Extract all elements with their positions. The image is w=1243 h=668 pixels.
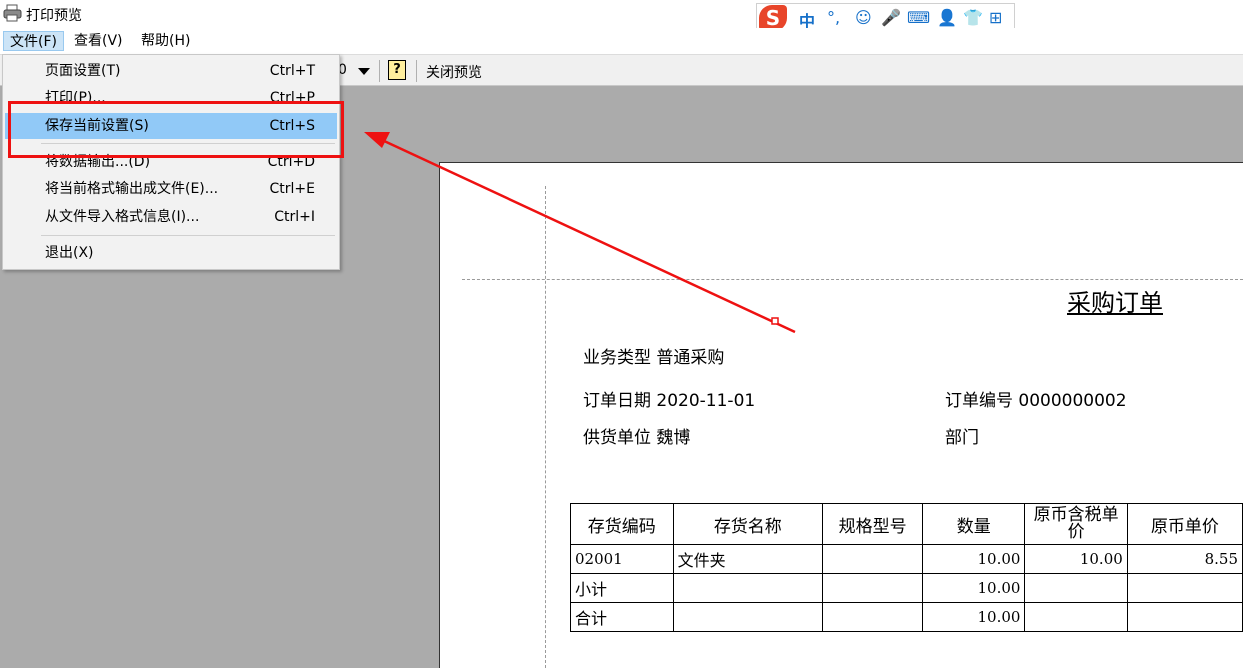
- menu-view[interactable]: 查看(V): [68, 31, 129, 51]
- menu-item-exit[interactable]: 退出(X): [5, 240, 337, 266]
- field-order-number: 订单编号 0000000002: [945, 391, 1127, 411]
- margin-guide-vertical: [545, 186, 546, 668]
- table-cell: 10.00: [922, 544, 1026, 574]
- printer-icon: [3, 4, 22, 22]
- table-cell: [822, 573, 924, 603]
- table-cell: [1024, 573, 1128, 603]
- help-icon[interactable]: ?: [388, 60, 406, 80]
- field-order-date: 订单日期 2020-11-01: [583, 391, 756, 411]
- table-cell: [1024, 602, 1128, 632]
- zoom-dropdown-icon[interactable]: [358, 68, 370, 75]
- toolbar-separator: [379, 60, 380, 82]
- table-cell: 合计: [570, 602, 674, 632]
- table-cell: [1126, 602, 1243, 632]
- order-table: 存货编码 存货名称 规格型号 数量 原币含税单价 原币单价 02001 文件夹 …: [570, 503, 1243, 632]
- menu-help[interactable]: 帮助(H): [135, 31, 196, 51]
- close-preview-button[interactable]: 关闭预览: [426, 62, 482, 82]
- table-cell: [1126, 573, 1243, 603]
- toolbar-separator: [416, 60, 417, 82]
- table-row: 小计 10.00: [570, 573, 1243, 603]
- margin-guide-horizontal: [462, 279, 1243, 280]
- table-cell: 小计: [570, 573, 674, 603]
- col-header: 存货编码: [570, 503, 674, 545]
- annotation-highlight-box: [8, 101, 344, 158]
- table-cell: 10.00: [922, 602, 1026, 632]
- window-title: 打印预览: [26, 8, 82, 24]
- ime-punctuation-icon[interactable]: °,: [827, 8, 840, 27]
- menu-item-import-format[interactable]: 从文件导入格式信息(I)... Ctrl+I: [5, 204, 337, 230]
- ime-toolbox-icon[interactable]: ⊞: [989, 8, 1002, 27]
- title-bar: 打印预览: [0, 0, 1243, 28]
- table-cell: [822, 544, 924, 574]
- table-cell: [672, 602, 824, 632]
- table-cell: 10.00: [922, 573, 1026, 603]
- menu-item-page-setup[interactable]: 页面设置(T) Ctrl+T: [5, 58, 337, 84]
- col-header: 规格型号: [822, 503, 924, 545]
- table-cell: [822, 602, 924, 632]
- table-cell: 8.55: [1126, 544, 1243, 574]
- field-supplier: 供货单位 魏博: [583, 428, 691, 448]
- table-cell: 10.00: [1024, 544, 1128, 574]
- field-business-type: 业务类型 普通采购: [583, 348, 725, 368]
- menu-bar: 文件(F) 查看(V) 帮助(H): [0, 28, 1243, 54]
- ime-keyboard-icon[interactable]: ⌨: [907, 8, 930, 27]
- table-row: 合计 10.00: [570, 602, 1243, 632]
- table-cell: [672, 573, 824, 603]
- ime-voice-icon[interactable]: 🎤: [881, 8, 901, 27]
- table-header-row: 存货编码 存货名称 规格型号 数量 原币含税单价 原币单价: [570, 503, 1243, 545]
- col-header: 存货名称: [672, 503, 824, 545]
- ime-skin-icon[interactable]: 👕: [963, 8, 983, 27]
- field-department: 部门: [945, 428, 979, 448]
- ime-user-icon[interactable]: 👤: [937, 8, 957, 27]
- table-row: 02001 文件夹 10.00 10.00 8.55: [570, 544, 1243, 574]
- document-title: 采购订单: [1067, 289, 1163, 317]
- menu-item-export-format[interactable]: 将当前格式输出成文件(E)... Ctrl+E: [5, 176, 337, 202]
- menu-separator: [41, 235, 335, 236]
- col-header: 原币含税单价: [1024, 503, 1128, 545]
- col-header: 数量: [922, 503, 1026, 545]
- table-cell: 02001: [570, 544, 674, 574]
- table-cell: 文件夹: [672, 544, 824, 574]
- file-menu-dropdown: 页面设置(T) Ctrl+T 打印(P)... Ctrl+P 保存当前设置(S)…: [2, 54, 340, 270]
- col-header: 原币单价: [1126, 503, 1243, 545]
- menu-file[interactable]: 文件(F): [3, 31, 64, 51]
- ime-emoji-icon[interactable]: ☺: [855, 8, 872, 27]
